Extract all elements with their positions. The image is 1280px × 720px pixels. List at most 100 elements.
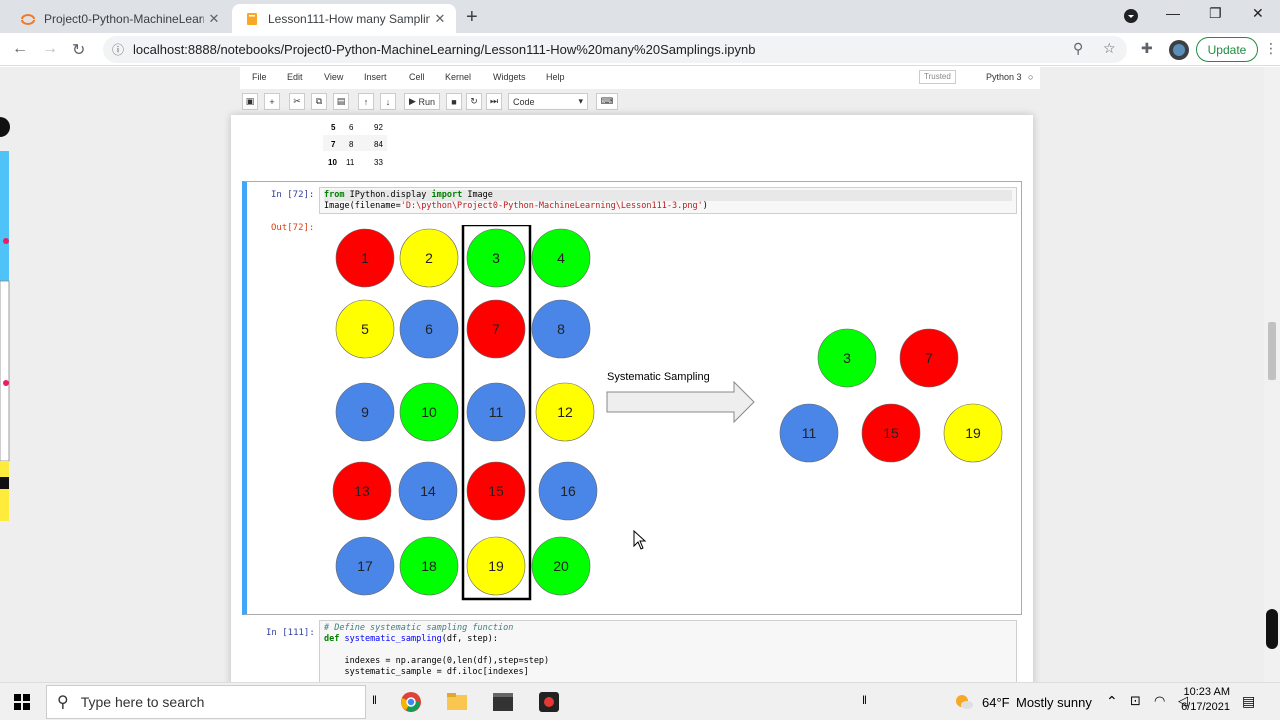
trusted-badge[interactable]: Trusted	[919, 70, 956, 84]
keyboard-icon[interactable]: ⌨	[596, 93, 618, 110]
df-cell: 92	[374, 123, 383, 132]
close-icon[interactable]: ✕	[204, 11, 224, 27]
bookmark-star-icon[interactable]: ☆	[1103, 40, 1116, 57]
menu-edit[interactable]: Edit	[287, 72, 303, 82]
circle-label: 18	[421, 558, 437, 574]
clock-date[interactable]: 6/17/2021	[1170, 701, 1230, 713]
circle-1: 1	[335, 228, 395, 288]
df-index: 7	[331, 140, 336, 149]
menu-kernel[interactable]: Kernel	[445, 72, 471, 82]
close-icon[interactable]: ✕	[430, 11, 450, 27]
menu-dots-icon[interactable]: ⋮	[1264, 40, 1278, 57]
sampling-arrow: Systematic Sampling	[606, 371, 755, 424]
circle-15: 15	[861, 403, 921, 463]
page-scrollbar[interactable]	[1264, 67, 1280, 682]
input-prompt: In [72]:	[271, 190, 315, 200]
weather-desc[interactable]: Mostly sunny	[1016, 695, 1092, 710]
circle-6: 6	[399, 299, 459, 359]
forward-icon[interactable]: →	[42, 40, 58, 58]
df-cell: 6	[349, 123, 354, 132]
clock-time[interactable]: 10:23 AM	[1170, 686, 1230, 698]
input-prompt: In [111]:	[266, 628, 315, 638]
window-close-icon[interactable]: ✕	[1252, 5, 1264, 22]
maximize-icon[interactable]: ❐	[1209, 5, 1222, 22]
info-icon[interactable]: ⓘ	[103, 41, 133, 58]
restart-icon[interactable]: ↻	[466, 93, 482, 110]
circle-9: 9	[335, 382, 395, 442]
menu-view[interactable]: View	[324, 72, 343, 82]
search-placeholder: Type here to search	[80, 694, 205, 710]
move-down-icon[interactable]: ↓	[380, 93, 396, 110]
weather-sunny-icon[interactable]	[954, 693, 974, 711]
circle-16: 16	[538, 461, 598, 521]
run-button[interactable]: ▶ Run	[404, 93, 440, 110]
copy-icon[interactable]: ⧉	[311, 93, 327, 110]
address-bar: ← → ↻ ⓘ localhost:8888/notebooks/Project…	[0, 33, 1280, 66]
kernel-status-icon: ○	[1028, 72, 1034, 82]
circle-20: 20	[531, 536, 591, 596]
minimize-icon[interactable]: —	[1166, 5, 1180, 21]
jupyter-page: File Edit View Insert Cell Kernel Widget…	[0, 67, 1280, 687]
back-icon[interactable]: ←	[12, 40, 28, 58]
zoom-search-icon[interactable]: ⚲	[1073, 40, 1083, 57]
screen-recorder-icon[interactable]	[538, 691, 560, 713]
menu-file[interactable]: File	[252, 72, 267, 82]
sample-group: 3 7 11 15 19	[779, 328, 1003, 463]
menu-widgets[interactable]: Widgets	[493, 72, 526, 82]
tab-lesson111[interactable]: Lesson111-How many Sampling ✕	[232, 4, 456, 33]
circle-7: 7	[899, 328, 959, 388]
circle-2: 2	[399, 228, 459, 288]
windows-start-icon[interactable]	[14, 694, 30, 710]
circle-label: 3	[843, 350, 851, 366]
cut-icon[interactable]: ✂	[289, 93, 305, 110]
circle-label: 19	[965, 425, 981, 441]
menu-cell[interactable]: Cell	[409, 72, 425, 82]
annotation-toolbar[interactable]	[0, 115, 10, 525]
code-editor[interactable]: # Define systematic sampling function de…	[319, 620, 1017, 687]
tray-chevron-up-icon[interactable]: ⌃	[1106, 693, 1118, 710]
taskbar-search-input[interactable]: ⚲ Type here to search	[46, 685, 366, 719]
menu-help[interactable]: Help	[546, 72, 565, 82]
circle-label: 19	[488, 558, 504, 574]
task-view-icon[interactable]: ‖	[372, 693, 377, 707]
df-cell: 84	[374, 140, 383, 149]
scrollbar-thumb[interactable]	[1268, 322, 1276, 380]
weather-temp[interactable]: 64°F	[982, 695, 1010, 710]
stop-icon[interactable]: ■	[446, 93, 462, 110]
circle-13: 13	[332, 461, 392, 521]
wifi-icon[interactable]: ◠	[1154, 693, 1165, 709]
fast-forward-icon[interactable]: ⏭	[486, 93, 502, 110]
circle-5: 5	[335, 299, 395, 359]
notifications-icon[interactable]: ▤	[1242, 693, 1255, 710]
circle-4: 4	[531, 228, 591, 288]
save-icon[interactable]: ▣	[242, 93, 258, 110]
avatar[interactable]	[1169, 40, 1189, 60]
url-field[interactable]: ⓘ localhost:8888/notebooks/Project0-Pyth…	[103, 36, 1127, 63]
circle-label: 7	[492, 321, 500, 337]
paste-icon[interactable]: ▤	[333, 93, 349, 110]
population-grid: 1 2 3 45 6 7 89 10 11 1213 14 15 1617 18 19 20	[332, 228, 598, 596]
tab-project0[interactable]: Project0-Python-MachineLearnin ✕	[8, 4, 230, 33]
reload-icon[interactable]: ↻	[72, 40, 85, 60]
extensions-icon[interactable]: ✚	[1141, 40, 1153, 57]
search-icon: ⚲	[57, 694, 69, 711]
run-label: Run	[418, 96, 435, 107]
code-editor[interactable]: from IPython.display import Image Image(f…	[319, 187, 1017, 214]
move-up-icon[interactable]: ↑	[358, 93, 374, 110]
circle-11: 11	[779, 403, 839, 463]
update-button[interactable]: Update	[1196, 37, 1258, 62]
terminal-icon[interactable]	[492, 692, 514, 712]
circle-8: 8	[531, 299, 591, 359]
file-explorer-icon[interactable]	[446, 692, 468, 712]
menu-insert[interactable]: Insert	[364, 72, 387, 82]
chrome-icon[interactable]	[400, 691, 422, 713]
cell-type-select[interactable]: Code ▾	[508, 93, 588, 110]
meet-now-icon[interactable]: ⊡	[1130, 693, 1141, 709]
jupyter-icon	[21, 13, 35, 25]
circle-12: 12	[535, 382, 595, 442]
new-tab-icon[interactable]: +	[466, 6, 478, 29]
tray-divider-icon: ‖	[862, 693, 867, 707]
add-cell-icon[interactable]: +	[264, 93, 280, 110]
profile-down-icon[interactable]	[1123, 8, 1139, 24]
windows-taskbar: ⚲ Type here to search ‖ ‖ 64°F Mostly su…	[0, 682, 1280, 720]
